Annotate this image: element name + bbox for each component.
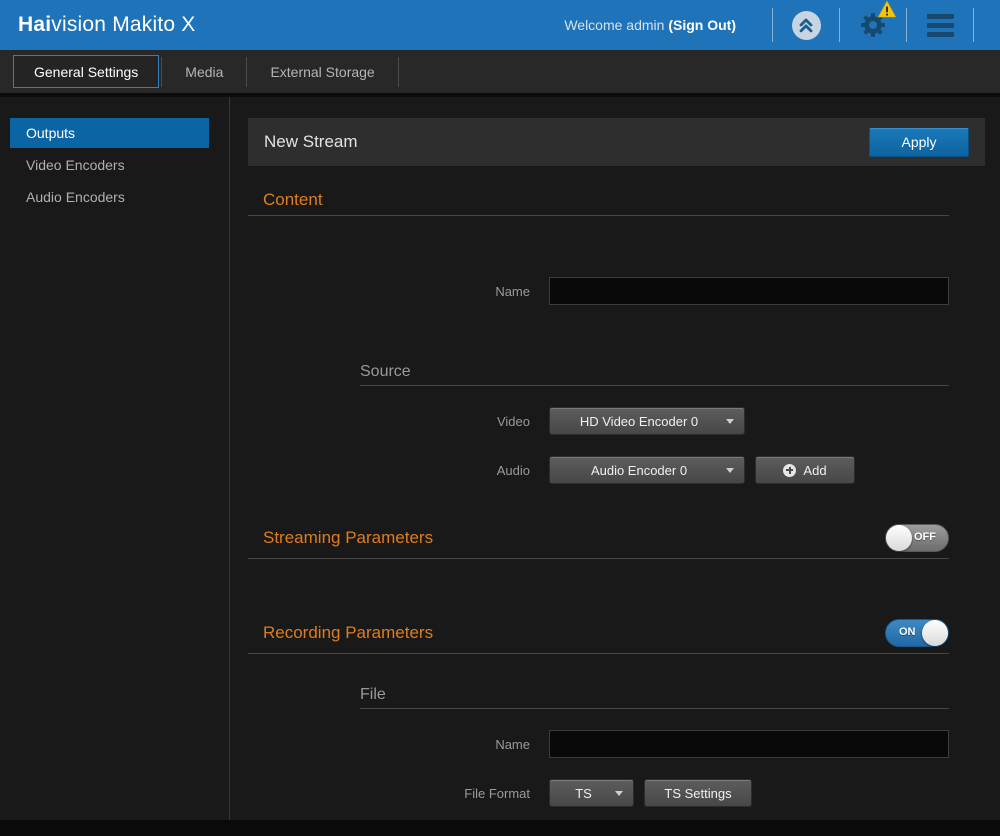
header-separator — [973, 8, 974, 42]
tab-separator — [161, 57, 162, 87]
bottom-strip — [0, 820, 1000, 836]
welcome-text: Welcome admin (Sign Out) — [564, 17, 736, 33]
chevron-down-icon — [726, 419, 734, 424]
streaming-toggle-state: OFF — [914, 531, 936, 543]
file-subheading: File — [360, 686, 985, 704]
page: Haivision Makito X Welcome admin (Sign O… — [0, 0, 1000, 836]
sidebar-item-video-encoders[interactable]: Video Encoders — [10, 150, 209, 180]
audio-source-row: Audio Audio Encoder 0 Add — [248, 456, 985, 484]
source-subheading: Source — [360, 363, 985, 381]
subsection-divider — [360, 385, 949, 386]
menu-button[interactable] — [919, 7, 961, 43]
section-divider — [248, 558, 949, 559]
content-row: Outputs Video Encoders Audio Encoders Ne… — [0, 97, 1000, 820]
apply-button[interactable]: Apply — [869, 128, 969, 157]
new-stream-header: New Stream Apply — [248, 118, 985, 166]
chevron-down-icon — [615, 791, 623, 796]
recording-toggle-state: ON — [899, 626, 916, 638]
hamburger-menu-icon — [927, 14, 954, 37]
page-title: New Stream — [264, 132, 358, 152]
streaming-toggle[interactable]: OFF — [885, 524, 949, 552]
warning-badge-icon — [877, 0, 897, 23]
content-section-heading: Content — [248, 190, 985, 210]
stream-name-row: Name — [248, 277, 985, 305]
streaming-section-heading: Streaming Parameters — [248, 528, 433, 548]
stream-name-input[interactable] — [549, 277, 949, 305]
tab-separator — [398, 57, 399, 87]
streaming-parameters-row: Streaming Parameters OFF — [248, 524, 985, 552]
tab-general-settings[interactable]: General Settings — [13, 55, 159, 88]
header-separator — [839, 8, 840, 42]
status-chevrons-button[interactable] — [785, 7, 827, 43]
recording-toggle[interactable]: ON — [885, 619, 949, 647]
header-separator — [772, 8, 773, 42]
brand-rest: vision Makito X — [51, 13, 195, 36]
section-divider — [248, 653, 949, 654]
file-name-input[interactable] — [549, 730, 949, 758]
file-format-dropdown[interactable]: TS — [549, 779, 634, 807]
sidebar: Outputs Video Encoders Audio Encoders — [0, 97, 230, 820]
name-label: Name — [248, 284, 530, 299]
header-separator — [906, 8, 907, 42]
sidebar-item-audio-encoders[interactable]: Audio Encoders — [10, 182, 209, 212]
file-format-value: TS — [560, 786, 607, 801]
chevrons-up-circle-icon — [792, 11, 821, 40]
ts-settings-button[interactable]: TS Settings — [644, 779, 752, 807]
video-label: Video — [248, 414, 530, 429]
video-source-dropdown[interactable]: HD Video Encoder 0 — [549, 407, 745, 435]
audio-label: Audio — [248, 463, 530, 478]
settings-button[interactable] — [852, 7, 894, 43]
chevron-down-icon — [726, 468, 734, 473]
brand-bold: Hai — [18, 13, 51, 36]
video-source-value: HD Video Encoder 0 — [560, 414, 718, 429]
main-tabbar: General Settings Media External Storage — [0, 50, 1000, 97]
subsection-divider — [360, 708, 949, 709]
main-panel: New Stream Apply Content Name Source Vid… — [230, 97, 1000, 820]
recording-section-heading: Recording Parameters — [248, 623, 433, 643]
toggle-knob — [922, 620, 948, 646]
plus-circle-icon — [783, 464, 796, 477]
file-name-label: Name — [248, 737, 530, 752]
file-format-row: File Format TS TS Settings — [248, 779, 985, 807]
sidebar-item-outputs[interactable]: Outputs — [10, 118, 209, 148]
add-button-label: Add — [803, 463, 826, 478]
tab-separator — [246, 57, 247, 87]
add-audio-button[interactable]: Add — [755, 456, 855, 484]
video-source-row: Video HD Video Encoder 0 — [248, 407, 985, 435]
gear-icon — [858, 10, 888, 40]
sign-out-link[interactable]: (Sign Out) — [668, 17, 736, 33]
header-right: Welcome admin (Sign Out) — [564, 7, 986, 43]
app-header: Haivision Makito X Welcome admin (Sign O… — [0, 0, 1000, 50]
welcome-label: Welcome admin — [564, 17, 664, 33]
section-divider — [248, 215, 949, 216]
brand-logo: Haivision Makito X — [18, 13, 196, 37]
file-name-row: Name — [248, 730, 985, 758]
file-format-label: File Format — [248, 786, 530, 801]
audio-source-dropdown[interactable]: Audio Encoder 0 — [549, 456, 745, 484]
tab-external-storage[interactable]: External Storage — [249, 55, 395, 88]
toggle-knob — [886, 525, 912, 551]
tab-media[interactable]: Media — [164, 55, 244, 88]
audio-source-value: Audio Encoder 0 — [560, 463, 718, 478]
recording-parameters-row: Recording Parameters ON — [248, 619, 985, 647]
